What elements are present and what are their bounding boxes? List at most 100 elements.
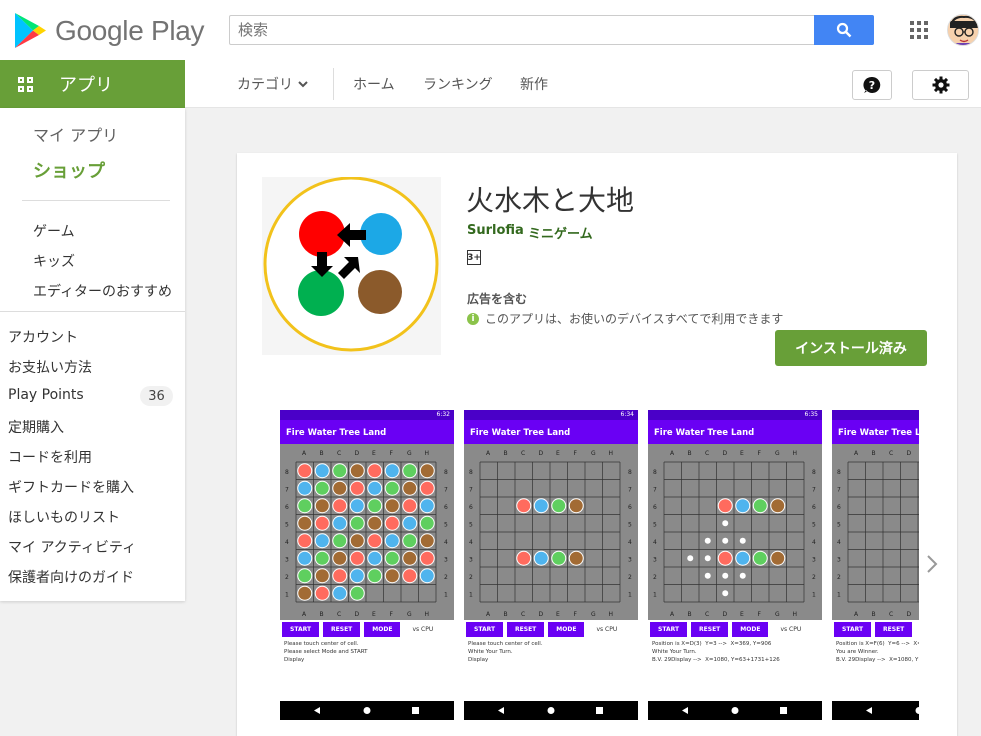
- svg-text:3: 3: [469, 557, 473, 564]
- phone-button: START: [466, 622, 504, 637]
- svg-text:4: 4: [628, 539, 632, 546]
- sidebar-item-activity[interactable]: マイ アクティビティ: [8, 537, 136, 557]
- svg-text:1: 1: [444, 592, 448, 599]
- google-apps-icon[interactable]: [910, 21, 928, 39]
- svg-text:1: 1: [812, 592, 816, 599]
- svg-text:?: ?: [869, 79, 875, 92]
- nav-new[interactable]: 新作: [520, 74, 548, 94]
- svg-text:H: H: [609, 450, 614, 457]
- phone-nav-bar: [832, 701, 919, 720]
- sidebar-item-subscriptions[interactable]: 定期購入: [8, 417, 64, 437]
- search-button[interactable]: [814, 15, 874, 45]
- install-button[interactable]: インストール済み: [775, 330, 927, 366]
- nav-categories[interactable]: カテゴリ: [237, 74, 309, 94]
- svg-text:B: B: [872, 450, 876, 457]
- svg-text:B: B: [504, 450, 508, 457]
- svg-text:5: 5: [653, 522, 657, 529]
- svg-text:3: 3: [444, 557, 448, 564]
- svg-text:8: 8: [628, 469, 632, 476]
- svg-text:5: 5: [628, 522, 632, 529]
- tab-apps[interactable]: アプリ: [0, 60, 185, 108]
- svg-text:7: 7: [628, 487, 632, 494]
- svg-text:7: 7: [285, 487, 289, 494]
- phone-app-title: Fire Water Tree Land: [832, 420, 919, 444]
- svg-text:G: G: [775, 450, 780, 457]
- svg-text:F: F: [390, 611, 394, 618]
- svg-text:E: E: [556, 611, 560, 618]
- settings-button[interactable]: [912, 70, 969, 100]
- phone-app-title: Fire Water Tree Land: [464, 420, 638, 444]
- svg-text:8: 8: [285, 469, 289, 476]
- svg-text:E: E: [372, 611, 376, 618]
- phone-nav-bar: [648, 701, 822, 720]
- svg-text:6: 6: [628, 504, 632, 511]
- sidebar-item-parent-guide[interactable]: 保護者向けのガイド: [8, 567, 134, 587]
- svg-text:2: 2: [837, 574, 841, 581]
- help-button[interactable]: ?: [852, 70, 892, 100]
- sidebar-item-shop[interactable]: ショップ: [33, 157, 105, 183]
- svg-text:6: 6: [285, 504, 289, 511]
- sidebar-item-games[interactable]: ゲーム: [33, 221, 75, 241]
- phone-button: RESET: [875, 622, 913, 637]
- svg-text:D: D: [723, 611, 728, 618]
- category-link[interactable]: ミニゲーム: [528, 223, 593, 242]
- phone-button: MODE: [364, 622, 401, 637]
- svg-text:3: 3: [837, 557, 841, 564]
- svg-text:G: G: [407, 611, 412, 618]
- avatar[interactable]: [947, 14, 979, 46]
- phone-button: START: [650, 622, 688, 637]
- svg-text:1: 1: [837, 592, 841, 599]
- svg-text:C: C: [521, 450, 525, 457]
- phone-message: Please touch center of cell. Please sele…: [284, 641, 368, 663]
- phone-status-bar: 6:34: [464, 410, 638, 420]
- phone-button-row: START RESET MODE vs CPU: [466, 622, 625, 637]
- game-board: 8877665544332211AABBCCDDEEFFGGHH: [832, 444, 919, 620]
- svg-text:3: 3: [628, 557, 632, 564]
- google-play-logo[interactable]: Google Play: [13, 12, 205, 49]
- sidebar-item-redeem[interactable]: コードを利用: [8, 447, 92, 467]
- search-input[interactable]: [230, 16, 815, 44]
- svg-text:4: 4: [653, 539, 657, 546]
- ads-label: 広告を含む: [467, 292, 528, 306]
- nav-categories-label: カテゴリ: [237, 77, 293, 93]
- developer-link[interactable]: Surlofia: [467, 223, 524, 238]
- sidebar-item-play-points[interactable]: Play Points: [8, 387, 84, 403]
- screenshot-thumbnail[interactable]: 6:32 Fire Water Tree Land 8 8 7 7 6 6 5 5 4 4 3 3 2 2 1 1…: [280, 410, 454, 720]
- phone-button: MODE: [732, 622, 769, 637]
- chevron-right-icon[interactable]: [925, 553, 939, 575]
- svg-text:F: F: [390, 450, 394, 457]
- svg-text:D: D: [355, 611, 360, 618]
- svg-text:3: 3: [653, 557, 657, 564]
- chevron-down-icon: [298, 81, 308, 88]
- sidebar-item-wishlist[interactable]: ほしいものリスト: [8, 507, 120, 527]
- divider: [22, 200, 170, 201]
- svg-text:C: C: [889, 450, 893, 457]
- phone-button-row: START RESET MODE vs CPU: [650, 622, 809, 637]
- svg-text:5: 5: [812, 522, 816, 529]
- compat-notice: i このアプリは、お使いのデバイスすべてで利用できます: [467, 310, 783, 327]
- screenshot-carousel: 6:32 Fire Water Tree Land 8 8 7 7 6 6 5 5 4 4 3 3 2 2 1 1…: [280, 410, 919, 720]
- phone-app-title: Fire Water Tree Land: [648, 420, 822, 444]
- sidebar-item-account[interactable]: アカウント: [8, 327, 78, 347]
- sidebar-item-gift-card[interactable]: ギフトカードを購入: [8, 477, 134, 497]
- svg-text:C: C: [705, 611, 709, 618]
- phone-mode-label: vs CPU: [412, 626, 434, 633]
- phone-nav-bar: [280, 701, 454, 720]
- svg-text:4: 4: [285, 539, 289, 546]
- svg-text:H: H: [793, 611, 798, 618]
- sidebar-item-kids[interactable]: キッズ: [33, 251, 75, 271]
- svg-text:D: D: [907, 450, 912, 457]
- nav-ranking[interactable]: ランキング: [423, 74, 493, 94]
- sidebar-item-payment[interactable]: お支払い方法: [8, 357, 92, 377]
- svg-text:6: 6: [837, 504, 841, 511]
- screenshot-thumbnail[interactable]: Fire Water Tree Land8877665544332211AABB…: [832, 410, 919, 720]
- app-logo-icon: [263, 176, 439, 352]
- screenshot-thumbnail[interactable]: 6:35 Fire Water Tree Land 8 8 7 7 6 6 5 5 4 4 3 3 2 2 1 1…: [648, 410, 822, 720]
- screenshot-thumbnail[interactable]: 6:34 Fire Water Tree Land 8 8 7 7 6 6 5 5 4 4 3 3 2 2 1 1…: [464, 410, 638, 720]
- sidebar-item-editors-choice[interactable]: エディターのおすすめ: [33, 281, 172, 301]
- svg-text:C: C: [889, 611, 893, 618]
- svg-text:G: G: [407, 450, 412, 457]
- tab-apps-label: アプリ: [59, 75, 113, 96]
- nav-home[interactable]: ホーム: [353, 74, 395, 94]
- sidebar-item-my-apps[interactable]: マイ アプリ: [33, 122, 118, 146]
